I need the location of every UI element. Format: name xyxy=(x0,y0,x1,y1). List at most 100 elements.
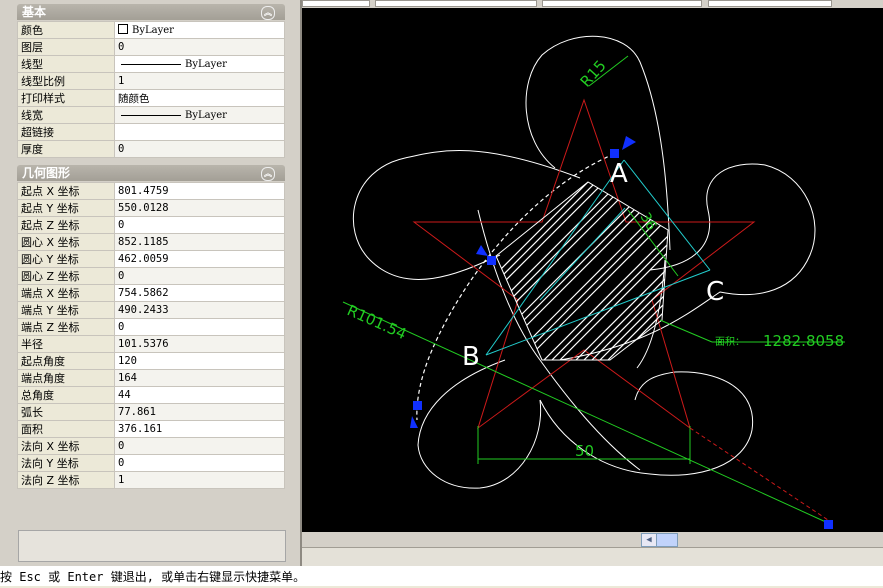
drawing-svg[interactable]: R15 A B C 36 R101.54 面积： 1282.8058 50 xyxy=(302,8,883,532)
property-value[interactable]: 77.861 xyxy=(114,403,285,421)
property-value[interactable]: 0 xyxy=(114,140,285,158)
color-swatch-icon xyxy=(118,24,128,34)
property-value-text: 801.4759 xyxy=(118,185,169,197)
property-row[interactable]: 厚度 0 xyxy=(17,140,285,158)
property-row[interactable]: 起点 X 坐标 801.4759 xyxy=(17,182,285,200)
property-value[interactable]: 164 xyxy=(114,369,285,387)
properties-panel: 基本 ︽ 颜色 ByLayer 图层 0 线型 ByLayer 线型比例 1 打印样式 随颜色 线宽… xyxy=(17,4,286,562)
collapse-icon[interactable]: ︽ xyxy=(261,6,275,20)
property-row[interactable]: 圆心 X 坐标 852.1185 xyxy=(17,233,285,251)
property-row[interactable]: 图层 0 xyxy=(17,38,285,56)
property-value[interactable]: 0 xyxy=(114,267,285,285)
property-row[interactable]: 面积 376.161 xyxy=(17,420,285,438)
grip-dimension[interactable] xyxy=(824,520,833,529)
property-row[interactable]: 法向 Z 坐标 1 xyxy=(17,471,285,489)
property-value-text: 550.0128 xyxy=(118,202,169,214)
property-row[interactable]: 半径 101.5376 xyxy=(17,335,285,353)
property-row[interactable]: 线宽 ByLayer xyxy=(17,106,285,124)
property-value[interactable]: 852.1185 xyxy=(114,233,285,251)
property-value[interactable]: 462.0059 xyxy=(114,250,285,268)
property-row[interactable]: 总角度 44 xyxy=(17,386,285,404)
property-name: 起点 X 坐标 xyxy=(17,182,115,200)
property-row[interactable]: 法向 X 坐标 0 xyxy=(17,437,285,455)
drawing-canvas[interactable]: R15 A B C 36 R101.54 面积： 1282.8058 50 xyxy=(302,8,883,532)
property-value[interactable]: 1 xyxy=(114,72,285,90)
property-value[interactable]: 0 xyxy=(114,38,285,56)
section-title: 基本 xyxy=(22,5,47,19)
property-value-text: 1 xyxy=(118,75,125,87)
property-value-text: 0 xyxy=(118,143,125,155)
horizontal-scrollbar[interactable]: ◀ xyxy=(302,532,883,547)
property-value[interactable]: 随颜色 xyxy=(114,89,285,107)
property-value[interactable] xyxy=(114,123,285,141)
property-name: 端点 Z 坐标 xyxy=(17,318,115,336)
property-value[interactable]: 44 xyxy=(114,386,285,404)
property-value[interactable]: 0 xyxy=(114,318,285,336)
property-row[interactable]: 颜色 ByLayer xyxy=(17,21,285,39)
property-row[interactable]: 端点 Z 坐标 0 xyxy=(17,318,285,336)
property-value[interactable]: 120 xyxy=(114,352,285,370)
property-name: 端点 Y 坐标 xyxy=(17,301,115,319)
collapse-icon[interactable]: ︽ xyxy=(261,167,275,181)
property-value[interactable]: 101.5376 xyxy=(114,335,285,353)
property-value[interactable]: 0 xyxy=(114,454,285,472)
property-row[interactable]: 起点角度 120 xyxy=(17,352,285,370)
property-row[interactable]: 起点 Y 坐标 550.0128 xyxy=(17,199,285,217)
scroll-left-icon[interactable]: ◀ xyxy=(641,533,657,547)
property-name: 面积 xyxy=(17,420,115,438)
property-value[interactable]: 376.161 xyxy=(114,420,285,438)
property-row[interactable]: 端点角度 164 xyxy=(17,369,285,387)
property-row[interactable]: 圆心 Y 坐标 462.0059 xyxy=(17,250,285,268)
property-row[interactable]: 打印样式 随颜色 xyxy=(17,89,285,107)
property-row[interactable]: 超链接 xyxy=(17,123,285,141)
property-row[interactable]: 端点 Y 坐标 490.2433 xyxy=(17,301,285,319)
grip-start[interactable] xyxy=(610,149,619,158)
description-box xyxy=(18,530,286,562)
property-value[interactable]: 801.4759 xyxy=(114,182,285,200)
property-name: 半径 xyxy=(17,335,115,353)
line-sample-icon xyxy=(121,63,181,65)
toolbar-field[interactable] xyxy=(708,0,832,7)
property-name: 圆心 Z 坐标 xyxy=(17,267,115,285)
property-value[interactable]: 0 xyxy=(114,437,285,455)
section-header-basic[interactable]: 基本 ︽ xyxy=(17,4,285,20)
property-row[interactable]: 圆心 Z 坐标 0 xyxy=(17,267,285,285)
grip-arrow[interactable] xyxy=(476,245,488,256)
label-r101: R101.54 xyxy=(344,301,409,343)
red-dashed-line xyxy=(689,427,829,521)
property-value[interactable]: 1 xyxy=(114,471,285,489)
grip-arrow[interactable] xyxy=(622,136,636,150)
property-row[interactable]: 端点 X 坐标 754.5862 xyxy=(17,284,285,302)
property-row[interactable]: 法向 Y 坐标 0 xyxy=(17,454,285,472)
property-row[interactable]: 起点 Z 坐标 0 xyxy=(17,216,285,234)
property-value-text: 852.1185 xyxy=(118,236,169,248)
toolbar-field[interactable] xyxy=(302,0,370,7)
grip-arrow[interactable] xyxy=(410,416,418,428)
scroll-thumb[interactable] xyxy=(656,533,678,547)
toolbar-field[interactable] xyxy=(375,0,537,7)
grip-mid[interactable] xyxy=(487,256,496,265)
property-value[interactable]: 754.5862 xyxy=(114,284,285,302)
property-row[interactable]: 弧长 77.861 xyxy=(17,403,285,421)
geometry-properties-table: 起点 X 坐标 801.4759 起点 Y 坐标 550.0128 起点 Z 坐标 0 圆心… xyxy=(17,182,285,489)
property-value[interactable]: 0 xyxy=(114,216,285,234)
toolbar-field[interactable] xyxy=(542,0,702,7)
property-value[interactable]: 490.2433 xyxy=(114,301,285,319)
property-value[interactable]: ByLayer xyxy=(114,106,285,124)
section-header-geometry[interactable]: 几何图形 ︽ xyxy=(17,165,285,181)
label-c: C xyxy=(706,277,724,307)
property-value-text: 164 xyxy=(118,372,137,384)
grip-end[interactable] xyxy=(413,401,422,410)
property-row[interactable]: 线型 ByLayer xyxy=(17,55,285,73)
property-value[interactable]: 550.0128 xyxy=(114,199,285,217)
toolbar-strip xyxy=(302,0,883,8)
property-value[interactable]: ByLayer xyxy=(114,21,285,39)
hatch-region[interactable] xyxy=(480,170,738,392)
property-row[interactable]: 线型比例 1 xyxy=(17,72,285,90)
command-line[interactable]: 按 Esc 或 Enter 键退出, 或单击右键显示快捷菜单。 xyxy=(0,566,883,586)
property-name: 法向 Z 坐标 xyxy=(17,471,115,489)
command-strip xyxy=(302,547,883,567)
property-name: 线宽 xyxy=(17,106,115,124)
property-value[interactable]: ByLayer xyxy=(114,55,285,73)
command-prompt-text: 按 Esc 或 Enter 键退出, 或单击右键显示快捷菜单。 xyxy=(0,570,306,584)
